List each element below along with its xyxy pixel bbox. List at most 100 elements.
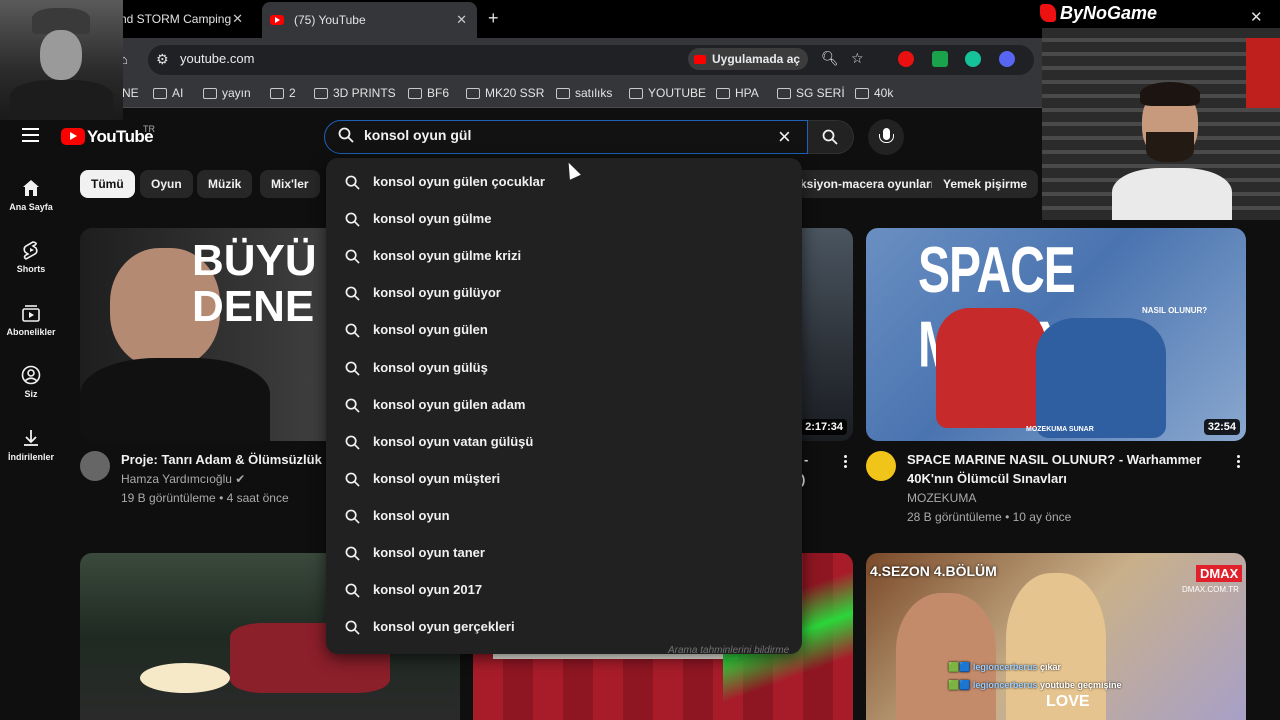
- channel-name[interactable]: Hamza Yardımcıoğlu ✔: [121, 472, 245, 486]
- flag-image: [1246, 38, 1280, 108]
- sidebar-item-downloads[interactable]: İndirilenler: [0, 428, 62, 462]
- channel-name[interactable]: MOZEKUMA: [907, 491, 976, 505]
- search-suggestion[interactable]: konsol oyun gerçekleri: [326, 609, 802, 646]
- sidebar-item-shorts[interactable]: Shorts: [0, 240, 62, 274]
- you-icon: [21, 365, 41, 385]
- search-icon: [345, 361, 360, 376]
- bookmark-folder-youtube[interactable]: YOUTUBE: [629, 86, 706, 100]
- report-predictions-link[interactable]: Arama tahminlerini bildirme: [668, 645, 789, 656]
- video-thumbnail[interactable]: SPACE MARINE NASIL OLUNUR? MOZEKUMA SUNA…: [866, 228, 1246, 441]
- suggestion-text: konsol oyun 2017: [373, 582, 483, 598]
- zoom-icon[interactable]: 🔍︎: [821, 50, 839, 67]
- chip-action-adventure[interactable]: ksiyon-macera oyunları: [794, 170, 946, 198]
- webcam-overlay: [1042, 28, 1280, 220]
- search-button[interactable]: [808, 120, 854, 154]
- bookmark-folder-ai[interactable]: AI: [153, 86, 183, 100]
- video-title-fragment[interactable]: -: [804, 450, 808, 469]
- episode-badge: 4.SEZON 4.BÖLÜM: [870, 563, 997, 579]
- search-suggestion[interactable]: konsol oyun vatan gülüşü: [326, 424, 802, 461]
- bookmark-folder-sg-seri[interactable]: SG SERİ: [777, 86, 845, 100]
- folder-icon: [314, 87, 328, 99]
- tab-storm-camping[interactable]: nd STORM Camping ✕: [120, 4, 255, 34]
- folder-icon: [556, 87, 570, 99]
- video-title[interactable]: SPACE MARINE NASIL OLUNUR? - Warhammer 4…: [907, 450, 1217, 488]
- chip-games[interactable]: Oyun: [140, 170, 193, 198]
- video-thumbnail[interactable]: 4.SEZON 4.BÖLÜM DMAX DMAX.COM.TR LOVE: [866, 553, 1246, 720]
- more-options-icon[interactable]: [1237, 455, 1241, 469]
- close-tab-icon[interactable]: ✕: [232, 11, 243, 27]
- face-shape: [40, 30, 82, 80]
- voice-search-button[interactable]: [868, 119, 904, 155]
- bookmark-folder-bf6[interactable]: BF6: [408, 86, 449, 100]
- folder-icon: [203, 87, 217, 99]
- youtube-app-icon: [694, 54, 706, 64]
- search-suggestion[interactable]: konsol oyun gülüyor: [326, 275, 802, 312]
- bookmark-item[interactable]: NE: [122, 86, 139, 100]
- chip-cooking[interactable]: Yemek pişirme: [932, 170, 1039, 198]
- folder-icon: [629, 87, 643, 99]
- search-icon: [345, 546, 360, 561]
- site-settings-icon[interactable]: ⚙: [156, 51, 169, 68]
- bookmark-folder-2[interactable]: 2: [270, 86, 296, 100]
- search-suggestion[interactable]: konsol oyun gülme: [326, 201, 802, 238]
- close-tab-icon[interactable]: ✕: [456, 12, 467, 28]
- close-window-icon[interactable]: ✕: [1250, 8, 1263, 26]
- search-input[interactable]: [364, 127, 764, 143]
- thumbnail-text: LOVE: [1046, 693, 1090, 710]
- sidebar-item-label: İndirilenler: [7, 452, 54, 462]
- suggestion-text: konsol oyun taner: [373, 545, 485, 560]
- youtube-logo-icon[interactable]: [61, 128, 85, 145]
- channel-avatar[interactable]: [866, 451, 896, 481]
- search-suggestion[interactable]: konsol oyun gülen: [326, 312, 802, 349]
- channel-avatar[interactable]: [80, 451, 110, 481]
- clear-search-icon[interactable]: ×: [778, 124, 791, 150]
- search-suggestion[interactable]: konsol oyun gülüş: [326, 350, 802, 387]
- dmax-logo: DMAX: [1196, 565, 1243, 582]
- bookmark-folder-3d-prints[interactable]: 3D PRINTS: [314, 86, 396, 100]
- search-suggestion[interactable]: konsol oyun müşteri: [326, 461, 802, 498]
- blue-marine-figure: [1036, 318, 1166, 438]
- bookmark-folder-satiliks[interactable]: satılıks: [556, 86, 612, 100]
- search-suggestion[interactable]: konsol oyun taner: [326, 535, 802, 572]
- sidebar-item-home[interactable]: Ana Sayfa: [0, 178, 62, 212]
- download-icon: [24, 430, 38, 446]
- suggestion-text: konsol oyun gülüyor: [373, 285, 501, 301]
- chip-all[interactable]: Tümü: [80, 170, 135, 198]
- folder-icon: [408, 87, 422, 99]
- sidebar-item-subscriptions[interactable]: Abonelikler: [0, 303, 62, 337]
- bookmark-star-icon[interactable]: ☆: [851, 50, 864, 67]
- extension-discord-icon[interactable]: [999, 51, 1015, 67]
- sidebar-item-you[interactable]: Siz: [0, 365, 62, 399]
- search-suggestion[interactable]: konsol oyun gülen çocuklar: [326, 164, 802, 201]
- egg-image: [140, 663, 230, 693]
- search-suggestion[interactable]: konsol oyun gülen adam: [326, 387, 802, 424]
- video-duration: 32:54: [1203, 419, 1240, 435]
- chip-mixes[interactable]: Mix'ler: [260, 170, 320, 198]
- bookmark-folder-40k[interactable]: 40k: [855, 86, 893, 100]
- bookmark-folder-hpa[interactable]: HPA: [716, 86, 759, 100]
- chat-text: çıkar: [1039, 662, 1061, 672]
- search-suggestion[interactable]: konsol oyun: [326, 498, 802, 535]
- bookmark-folder-mk20[interactable]: MK20 SSR: [466, 86, 544, 100]
- suggestion-text: konsol oyun gülme: [373, 211, 492, 227]
- tab-youtube[interactable]: (75) YouTube ✕: [262, 2, 477, 38]
- search-icon: [822, 129, 838, 145]
- open-in-app-button[interactable]: Uygulamada aç: [688, 48, 809, 70]
- video-duration: 2:17:34: [801, 419, 847, 435]
- suggestion-text: konsol oyun gülen: [373, 322, 488, 338]
- search-suggestion[interactable]: konsol oyun gülme krizi: [326, 238, 802, 275]
- hamburger-menu-icon[interactable]: [22, 128, 39, 142]
- new-tab-icon[interactable]: +: [488, 8, 499, 29]
- bookmark-folder-yayin[interactable]: yayın: [203, 86, 251, 100]
- url-text[interactable]: youtube.com: [180, 51, 254, 66]
- chat-username: legioncerberus: [972, 662, 1038, 672]
- chip-music[interactable]: Müzik: [197, 170, 253, 198]
- grammarly-icon[interactable]: [965, 51, 981, 67]
- extension-red-icon[interactable]: [898, 51, 914, 67]
- extension-green-icon[interactable]: [932, 51, 948, 67]
- portrait-overlay: [0, 0, 123, 120]
- more-options-icon[interactable]: [844, 455, 848, 469]
- red-marine-figure: [936, 308, 1046, 428]
- search-icon: [345, 583, 360, 598]
- search-suggestion[interactable]: konsol oyun 2017: [326, 572, 802, 609]
